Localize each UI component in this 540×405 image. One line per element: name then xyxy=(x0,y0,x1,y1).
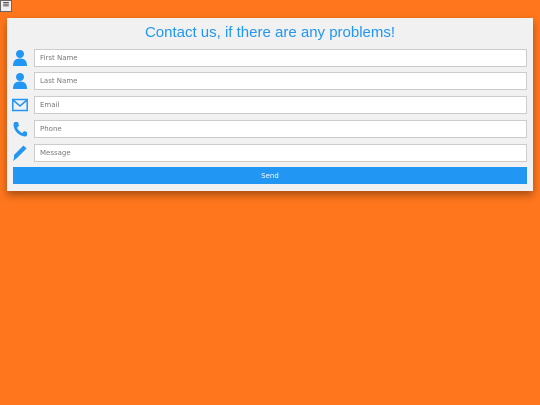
pencil-icon xyxy=(13,145,27,161)
phone-icon xyxy=(13,122,27,137)
message-field[interactable] xyxy=(34,144,527,162)
phone-field[interactable] xyxy=(34,120,527,138)
user-icon xyxy=(13,73,27,89)
contact-form: Contact us, if there are any problems! F… xyxy=(7,18,533,191)
envelope-icon xyxy=(12,98,28,112)
menu-button[interactable]: ≡ xyxy=(0,0,12,12)
first-name-field[interactable] xyxy=(34,49,527,67)
send-button[interactable]: Send xyxy=(13,167,527,184)
email-field[interactable] xyxy=(34,96,527,114)
user-icon xyxy=(13,50,27,66)
message-row xyxy=(7,144,533,162)
first-name-row xyxy=(7,49,533,67)
last-name-field[interactable] xyxy=(34,72,527,90)
phone-row xyxy=(7,120,533,138)
form-title: Contact us, if there are any problems! xyxy=(144,24,396,41)
last-name-row xyxy=(7,72,533,90)
email-row xyxy=(7,96,533,114)
